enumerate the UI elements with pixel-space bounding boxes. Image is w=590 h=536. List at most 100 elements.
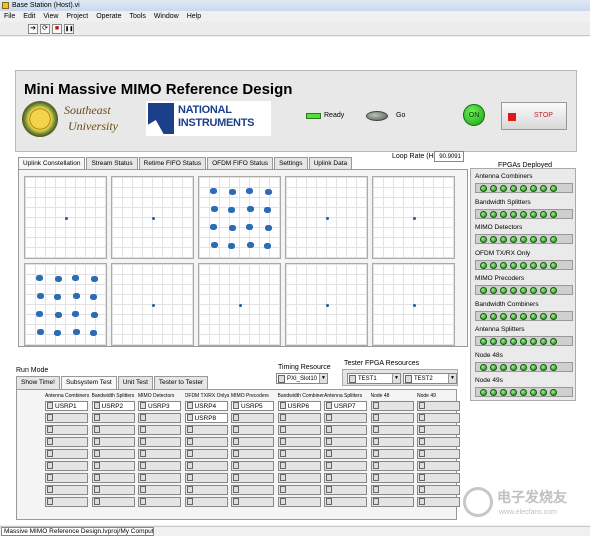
usrp-resource-field[interactable] [184,437,228,447]
usrp-resource-field[interactable] [324,461,367,471]
usrp-resource-field[interactable] [417,413,460,423]
usrp-resource-field[interactable] [231,425,274,435]
usrp-resource-field[interactable] [370,437,414,447]
usrp-resource-field[interactable] [417,497,460,507]
usrp-resource-field[interactable] [277,473,321,483]
usrp-resource-field[interactable] [277,461,321,471]
chevron-down-icon[interactable]: ▼ [319,374,327,383]
usrp-resource-field[interactable] [324,413,367,423]
usrp-resource-field[interactable]: USRP7 [324,401,367,411]
usrp-resource-field[interactable]: USRP5 [231,401,274,411]
usrp-resource-field[interactable]: USRP3 [138,401,181,411]
usrp-resource-field[interactable] [370,401,414,411]
tab-uplink-data[interactable]: Uplink Data [308,157,353,169]
usrp-resource-field[interactable] [231,413,274,423]
pause-icon[interactable]: ❚❚ [64,24,74,34]
usrp-resource-field[interactable] [91,473,135,483]
run-arrow-icon[interactable]: ➔ [28,24,38,34]
usrp-resource-field[interactable] [417,425,460,435]
tab-unit-test[interactable]: Unit Test [117,376,153,389]
usrp-resource-field[interactable] [324,425,367,435]
usrp-resource-field[interactable] [45,461,88,471]
usrp-resource-field[interactable] [370,485,414,495]
usrp-resource-field[interactable] [45,497,88,507]
usrp-resource-field[interactable] [277,413,321,423]
menu-tools[interactable]: Tools [129,11,145,22]
usrp-resource-field[interactable] [45,413,88,423]
usrp-resource-field[interactable]: USRP4 [184,401,228,411]
usrp-resource-field[interactable] [417,485,460,495]
menu-operate[interactable]: Operate [96,11,121,22]
usrp-resource-field[interactable] [184,497,228,507]
usrp-resource-field[interactable] [91,497,135,507]
usrp-resource-field[interactable] [184,485,228,495]
usrp-resource-field[interactable] [417,461,460,471]
run-continuous-icon[interactable]: ⟳ [40,24,50,34]
usrp-resource-field[interactable] [277,449,321,459]
usrp-resource-field[interactable] [138,413,181,423]
usrp-resource-field[interactable] [231,437,274,447]
usrp-resource-field[interactable] [184,473,228,483]
usrp-resource-field[interactable] [231,497,274,507]
usrp-resource-field[interactable] [45,425,88,435]
usrp-resource-field[interactable] [417,449,460,459]
tab-ofdm-fifo-status[interactable]: OFDM FIFO Status [207,157,274,169]
tab-stream-status[interactable]: Stream Status [86,157,138,169]
chevron-down-icon[interactable]: ▼ [448,374,456,383]
usrp-resource-field[interactable] [370,425,414,435]
usrp-resource-field[interactable] [277,497,321,507]
usrp-resource-field[interactable]: USRP6 [277,401,321,411]
tab-settings[interactable]: Settings [274,157,308,169]
usrp-resource-field[interactable] [231,485,274,495]
usrp-resource-field[interactable] [231,473,274,483]
usrp-resource-field[interactable] [417,401,460,411]
usrp-resource-field[interactable] [138,425,181,435]
usrp-resource-field[interactable] [324,473,367,483]
tester-select-1[interactable]: TEST1 ▼ [347,373,401,384]
usrp-resource-field[interactable] [138,449,181,459]
on-button[interactable]: ON [463,104,485,126]
usrp-resource-field[interactable] [45,449,88,459]
usrp-resource-field[interactable] [184,449,228,459]
usrp-resource-field[interactable] [45,437,88,447]
usrp-resource-field[interactable] [138,461,181,471]
usrp-resource-field[interactable] [370,461,414,471]
usrp-resource-field[interactable] [417,473,460,483]
usrp-resource-field[interactable] [45,485,88,495]
usrp-resource-field[interactable] [324,449,367,459]
timing-resource-select[interactable]: PXI_Slot10 ▼ [276,373,328,384]
usrp-resource-field[interactable] [324,497,367,507]
usrp-resource-field[interactable] [91,449,135,459]
menu-project[interactable]: Project [66,11,88,22]
usrp-resource-field[interactable] [231,461,274,471]
usrp-resource-field[interactable] [138,497,181,507]
tab-retime-fifo-status[interactable]: Retime FIFO Status [138,157,207,169]
usrp-resource-field[interactable] [45,473,88,483]
usrp-resource-field[interactable] [91,485,135,495]
usrp-resource-field[interactable] [138,485,181,495]
menu-help[interactable]: Help [187,11,201,22]
usrp-resource-field[interactable] [184,461,228,471]
usrp-resource-field[interactable] [184,425,228,435]
usrp-resource-field[interactable]: USRP1 [45,401,88,411]
menu-window[interactable]: Window [154,11,179,22]
usrp-resource-field[interactable] [370,497,414,507]
usrp-resource-field[interactable] [324,437,367,447]
menu-view[interactable]: View [43,11,58,22]
usrp-resource-field[interactable] [277,425,321,435]
usrp-resource-field[interactable] [138,437,181,447]
usrp-resource-field[interactable] [91,425,135,435]
usrp-resource-field[interactable] [370,473,414,483]
chevron-down-icon[interactable]: ▼ [392,374,400,383]
usrp-resource-field[interactable] [138,473,181,483]
usrp-resource-field[interactable] [370,449,414,459]
tab-show-time[interactable]: Show Time! [16,376,60,389]
usrp-resource-field[interactable] [324,485,367,495]
usrp-resource-field[interactable] [277,437,321,447]
tester-select-2[interactable]: TEST2 ▼ [403,373,457,384]
usrp-resource-field[interactable] [91,413,135,423]
usrp-resource-field[interactable] [91,437,135,447]
stop-button[interactable]: STOP [501,102,567,130]
usrp-resource-field[interactable] [277,485,321,495]
usrp-resource-field[interactable] [370,413,414,423]
